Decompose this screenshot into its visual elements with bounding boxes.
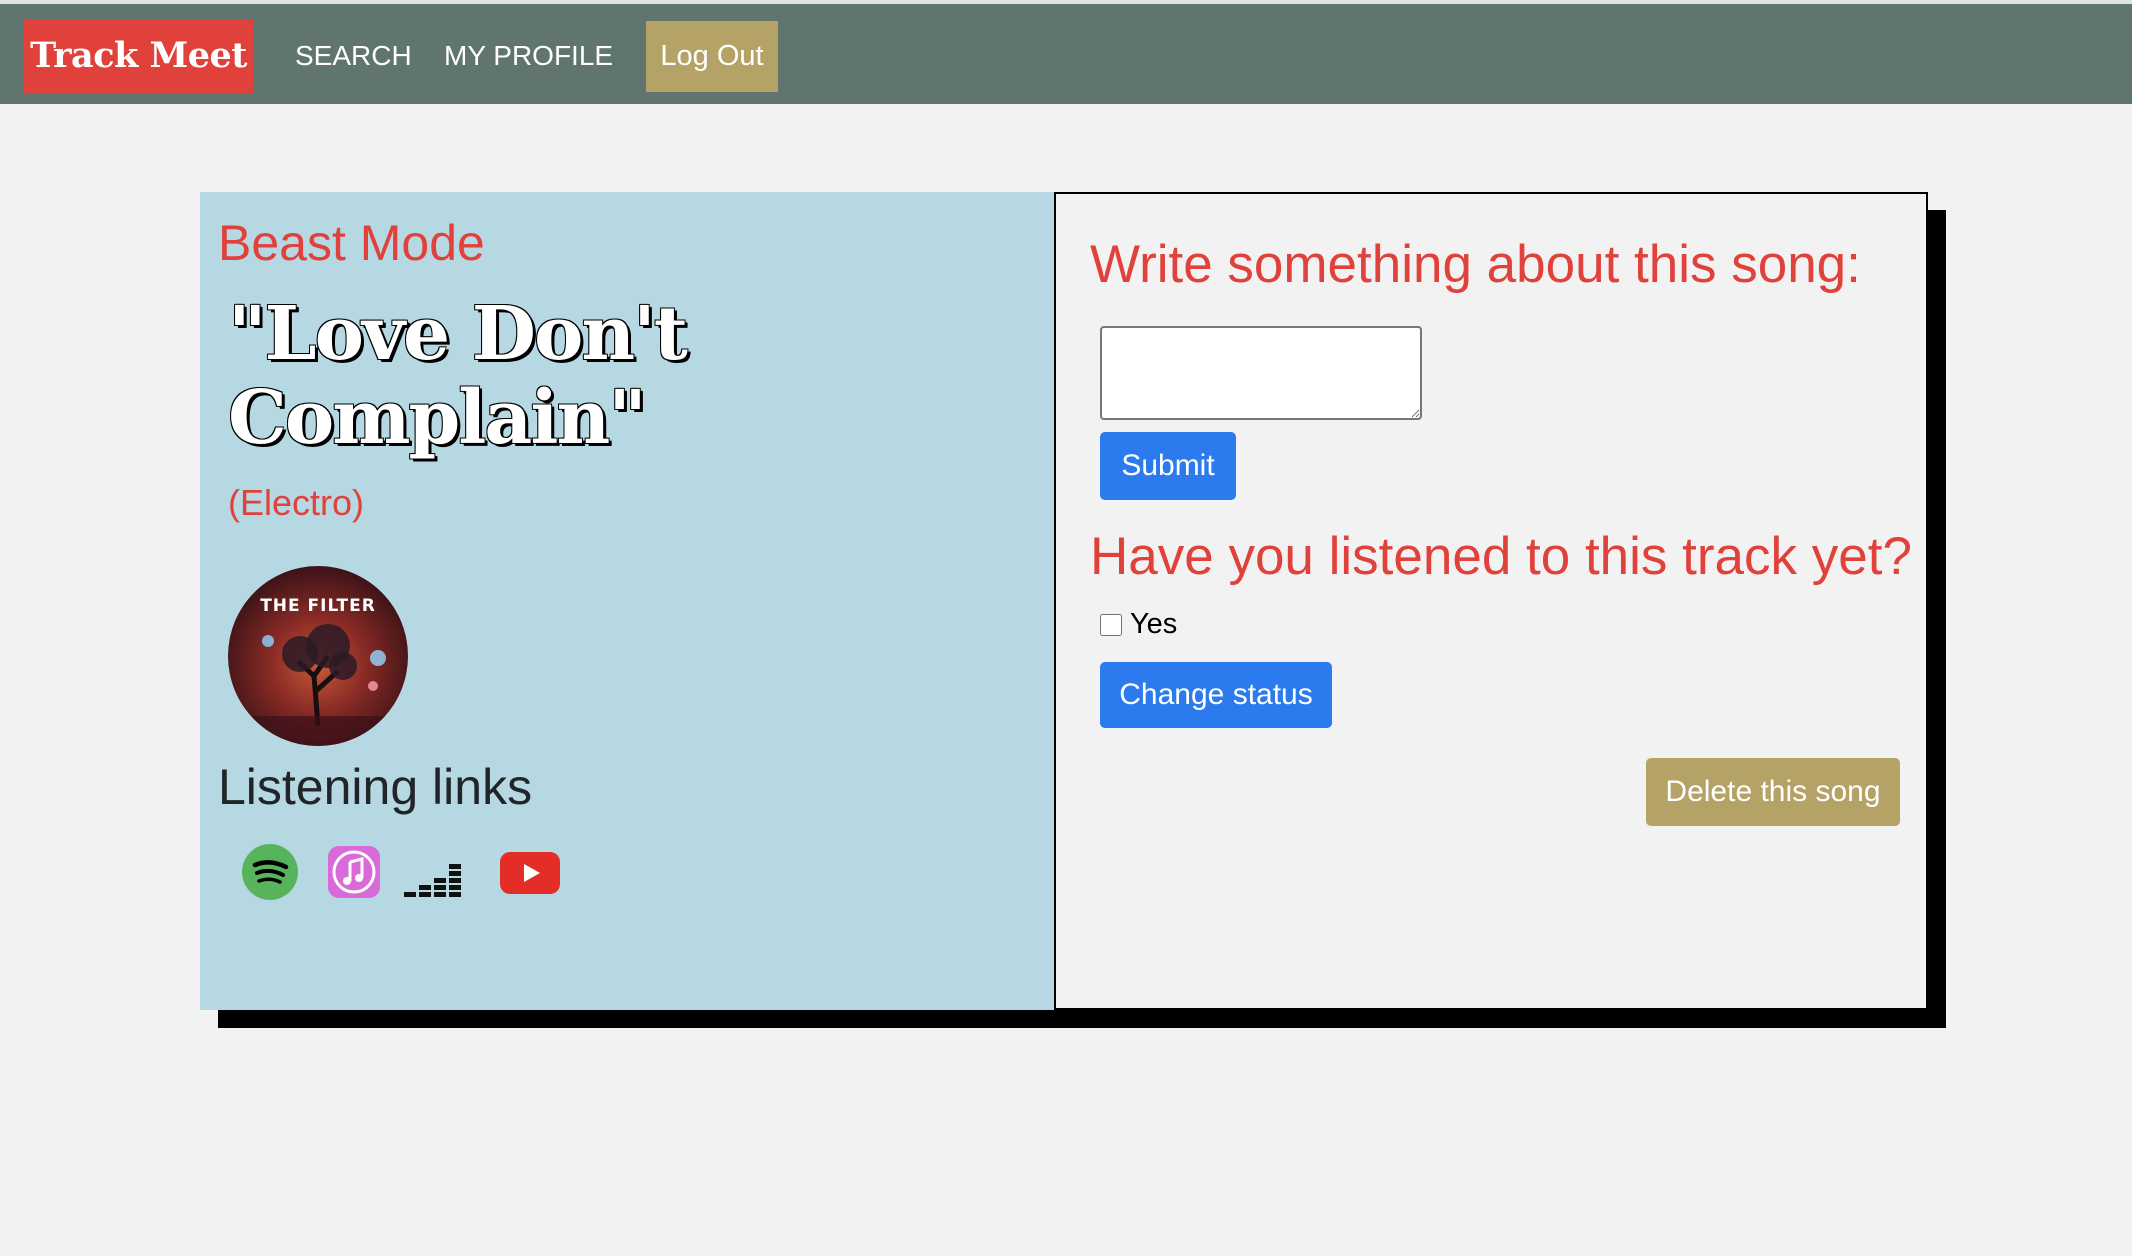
song-actions-panel: Write something about this song: Submit … — [1054, 192, 1928, 1010]
youtube-icon[interactable] — [498, 842, 562, 902]
comment-heading: Write something about this song: — [1090, 235, 1861, 294]
logout-button[interactable]: Log Out — [646, 21, 778, 92]
navbar: Track Meet SEARCH MY PROFILE Log Out — [0, 0, 2132, 104]
song-genre: (Electro) — [228, 482, 365, 523]
artist-name: Beast Mode — [218, 215, 485, 271]
comment-textarea[interactable] — [1100, 326, 1422, 420]
nav-search-link[interactable]: SEARCH — [295, 19, 412, 93]
listened-heading: Have you listened to this track yet? — [1090, 527, 1912, 586]
nav-profile-link[interactable]: MY PROFILE — [444, 19, 613, 93]
album-cover: THE FILTER — [228, 566, 408, 746]
deezer-icon[interactable] — [404, 842, 464, 902]
change-status-button[interactable]: Change status — [1100, 662, 1332, 728]
listening-links-heading: Listening links — [218, 759, 533, 815]
spotify-icon[interactable] — [240, 842, 300, 902]
song-info-panel: Beast Mode "Love Don't Complain" (Electr… — [200, 192, 1056, 1010]
listened-checkbox[interactable] — [1100, 614, 1122, 636]
brand-logo[interactable]: Track Meet — [24, 19, 253, 93]
song-title: "Love Don't Complain" — [228, 291, 688, 461]
listened-checkbox-label: Yes — [1130, 608, 1178, 640]
delete-song-button[interactable]: Delete this song — [1646, 758, 1900, 826]
submit-button[interactable]: Submit — [1100, 432, 1236, 500]
itunes-icon[interactable] — [324, 842, 384, 902]
